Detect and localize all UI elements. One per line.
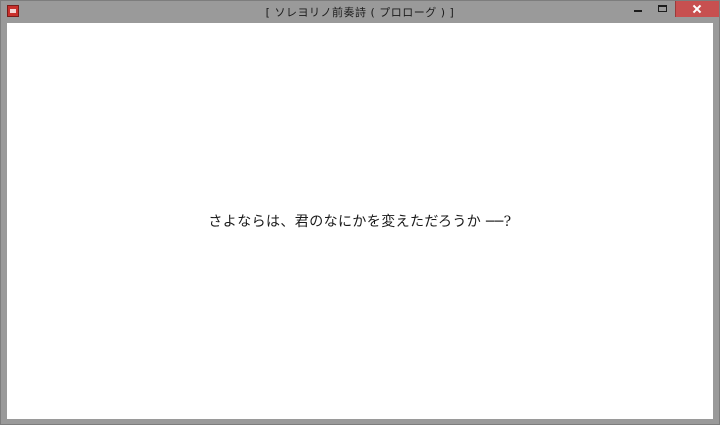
window-controls: [625, 1, 719, 17]
game-screen[interactable]: さよならは、君のなにかを変えただろうか ──?: [7, 23, 713, 419]
app-window: [ ソレヨリノ前奏詩 ( プロローグ ) ] さよならは、君のなにかを変えただろ…: [0, 0, 720, 425]
window-title: [ ソレヨリノ前奏詩 ( プロローグ ) ]: [265, 6, 455, 19]
dialogue-text: さよならは、君のなにかを変えただろうか ──?: [208, 214, 512, 230]
app-icon[interactable]: [7, 5, 19, 17]
maximize-button[interactable]: [650, 1, 675, 17]
close-button[interactable]: [675, 1, 719, 17]
minimize-button[interactable]: [625, 1, 650, 17]
title-bar[interactable]: [ ソレヨリノ前奏詩 ( プロローグ ) ]: [1, 1, 719, 23]
